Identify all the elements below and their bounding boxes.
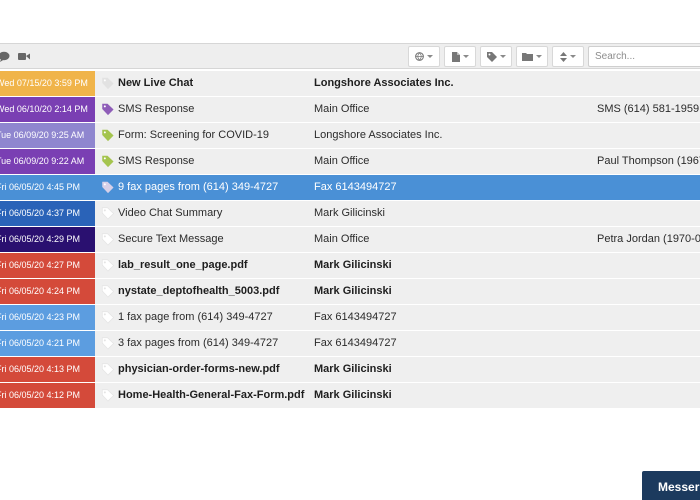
message-subject: Form: Screening for COVID-19 xyxy=(118,129,269,141)
date-badge: Fri 06/05/20 4:12 PM xyxy=(0,383,95,408)
video-camera-icon[interactable] xyxy=(16,48,32,64)
message-subject: lab_result_one_page.pdf xyxy=(118,259,248,271)
message-sender: Mark Gilicinski xyxy=(314,207,385,219)
message-subject: nystate_deptofhealth_5003.pdf xyxy=(118,285,280,297)
date-badge: Fri 06/05/20 4:29 PM xyxy=(0,227,95,252)
message-subject: SMS Response xyxy=(118,103,195,115)
tag-icon[interactable] xyxy=(101,233,115,246)
message-sender: Fax 6143494727 xyxy=(314,311,397,323)
message-row[interactable]: Fri 06/05/20 4:23 PM 1 fax page from (614… xyxy=(0,305,700,331)
message-subject: SMS Response xyxy=(118,155,195,167)
date-badge: Tue 06/09/20 9:25 AM xyxy=(0,123,95,148)
tag-icon xyxy=(486,51,497,62)
message-list: Wed 07/15/20 3:59 PM New Live Chat Longsho… xyxy=(0,71,700,409)
message-row[interactable]: Fri 06/05/20 4:45 PM 9 fax pages from (61… xyxy=(0,175,700,201)
date-badge: Wed 07/15/20 3:59 PM xyxy=(0,71,95,96)
message-sender: Main Office xyxy=(314,103,370,115)
message-sender: Fax 6143494727 xyxy=(314,181,397,193)
document-icon xyxy=(451,51,460,62)
tag-icon[interactable] xyxy=(101,285,115,298)
message-row[interactable]: Fri 06/05/20 4:12 PM Home-Health-General-… xyxy=(0,383,700,409)
message-subject: Home-Health-General-Fax-Form.pdf xyxy=(118,389,305,401)
message-row[interactable]: Fri 06/05/20 4:29 PM Secure Text Message M… xyxy=(0,227,700,253)
message-row[interactable]: Fri 06/05/20 4:27 PM lab_result_one_page.… xyxy=(0,253,700,279)
date-badge: Fri 06/05/20 4:24 PM xyxy=(0,279,95,304)
message-sender: Mark Gilicinski xyxy=(314,363,392,375)
message-sender: Mark Gilicinski xyxy=(314,259,392,271)
message-row[interactable]: Wed 07/15/20 3:59 PM New Live Chat Longsho… xyxy=(0,71,700,97)
messenger-button[interactable]: Messer xyxy=(642,471,700,500)
tag-icon[interactable] xyxy=(101,337,115,350)
message-subject: Secure Text Message xyxy=(118,233,224,245)
message-sender: Mark Gilicinski xyxy=(314,285,392,297)
date-badge: Fri 06/05/20 4:21 PM xyxy=(0,331,95,356)
message-row[interactable]: Tue 06/09/20 9:22 AM SMS Response Main Off… xyxy=(0,149,700,175)
message-row[interactable]: Fri 06/05/20 4:37 PM Video Chat Summary Ma… xyxy=(0,201,700,227)
tag-icon[interactable] xyxy=(101,155,115,168)
message-contact: Petra Jordan (1970-01- xyxy=(597,233,700,245)
date-badge: Wed 06/10/20 2:14 PM xyxy=(0,97,95,122)
message-row[interactable]: Wed 06/10/20 2:14 PM SMS Response Main Off… xyxy=(0,97,700,123)
message-sender: Main Office xyxy=(314,155,370,167)
globe-filter-button[interactable] xyxy=(408,46,440,67)
message-row[interactable]: Fri 06/05/20 4:24 PM nystate_deptofhealth… xyxy=(0,279,700,305)
message-sender: Main Office xyxy=(314,233,370,245)
date-badge: Fri 06/05/20 4:27 PM xyxy=(0,253,95,278)
date-badge: Fri 06/05/20 4:37 PM xyxy=(0,201,95,226)
message-sender: Mark Gilicinski xyxy=(314,389,392,401)
message-subject: physician-order-forms-new.pdf xyxy=(118,363,280,375)
tag-filter-button[interactable] xyxy=(480,46,512,67)
date-badge: Fri 06/05/20 4:23 PM xyxy=(0,305,95,330)
date-badge: Fri 06/05/20 4:13 PM xyxy=(0,357,95,382)
toolbar xyxy=(0,43,700,69)
tag-icon[interactable] xyxy=(101,181,115,194)
chat-bubble-icon[interactable] xyxy=(0,48,12,64)
message-subject: Video Chat Summary xyxy=(118,207,223,219)
search-input[interactable] xyxy=(588,46,700,67)
date-badge: Fri 06/05/20 4:45 PM xyxy=(0,175,95,200)
tag-icon[interactable] xyxy=(101,389,115,402)
message-contact: SMS (614) 581-1959 xyxy=(597,103,700,115)
message-subject: New Live Chat xyxy=(118,77,194,89)
message-subject: 9 fax pages from (614) 349-4727 xyxy=(118,181,279,193)
date-badge: Tue 06/09/20 9:22 AM xyxy=(0,149,95,174)
message-row[interactable]: Fri 06/05/20 4:21 PM 3 fax pages from (61… xyxy=(0,331,700,357)
tag-icon[interactable] xyxy=(101,311,115,324)
message-contact: Paul Thompson (1967-0 xyxy=(597,155,700,167)
message-sender: Longshore Associates Inc. xyxy=(314,77,454,89)
document-filter-button[interactable] xyxy=(444,46,476,67)
message-subject: 1 fax page from (614) 349-4727 xyxy=(118,311,273,323)
message-sender: Fax 6143494727 xyxy=(314,337,397,349)
tag-icon[interactable] xyxy=(101,363,115,376)
message-sender: Longshore Associates Inc. xyxy=(314,129,443,141)
tag-icon[interactable] xyxy=(101,103,115,116)
message-subject: 3 fax pages from (614) 349-4727 xyxy=(118,337,279,349)
message-row[interactable]: Fri 06/05/20 4:13 PM physician-order-form… xyxy=(0,357,700,383)
sort-button[interactable] xyxy=(552,46,584,67)
tag-icon[interactable] xyxy=(101,129,115,142)
tag-icon[interactable] xyxy=(101,77,115,90)
sort-icon xyxy=(560,51,567,62)
folder-icon xyxy=(522,53,533,61)
message-row[interactable]: Tue 06/09/20 9:25 AM Form: Screening for … xyxy=(0,123,700,149)
tag-icon[interactable] xyxy=(101,207,115,220)
tag-icon[interactable] xyxy=(101,259,115,272)
folder-filter-button[interactable] xyxy=(516,46,548,67)
globe-icon xyxy=(415,52,424,61)
